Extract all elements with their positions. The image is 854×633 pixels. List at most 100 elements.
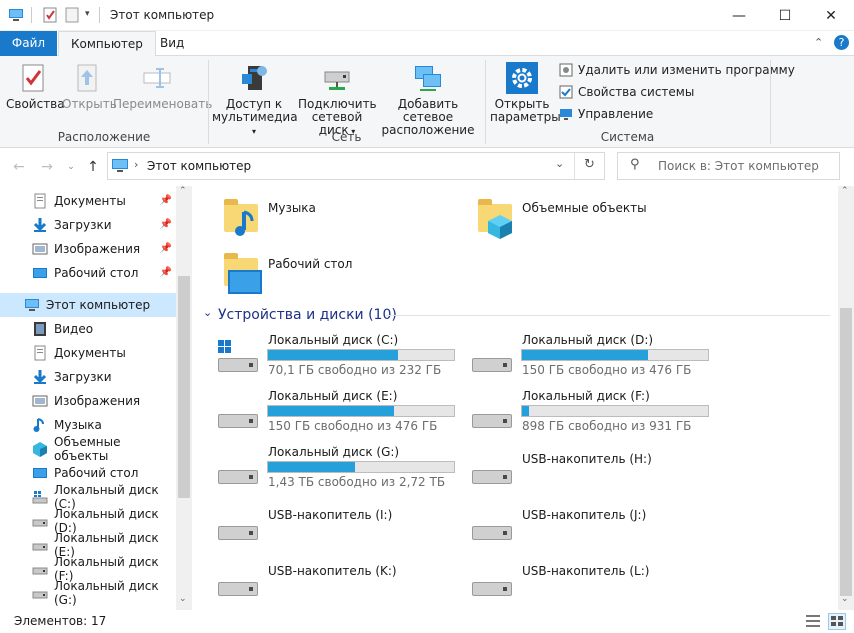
minimize-button[interactable]: — [716,0,762,31]
drive-h[interactable] [470,448,518,488]
drive-i[interactable] [216,504,264,544]
address-bar[interactable]: › Этот компьютер ⌄ ↻ [107,152,605,180]
open-button[interactable]: Открыть [62,62,117,111]
back-arrow-icon[interactable]: ← [10,158,28,176]
folder-3d-objects-label[interactable]: Объемные объекты [522,201,647,215]
nav-item-documents-quick[interactable]: Документы 📌 [0,189,176,213]
refresh-icon[interactable]: ↻ [584,157,595,172]
search-icon: ⚲ [630,157,640,172]
tab-computer[interactable]: Компьютер [58,31,156,57]
usb-drive-icon [472,470,512,484]
desktop-icon [32,465,48,481]
help-icon[interactable]: ? [834,35,849,50]
nav-item-this-pc[interactable]: Этот компьютер [0,293,176,317]
media-access-button[interactable]: Доступ к мультимедиа ▾ [212,62,298,138]
folder-music-label[interactable]: Музыка [268,201,316,215]
pin-icon[interactable]: 📌 [160,219,172,230]
add-network-location-button[interactable]: Добавить сетевое расположение [378,62,478,137]
nav-item-drive-d[interactable]: Локальный диск (D:) [0,507,176,535]
nav-item-drive-g[interactable]: Локальный диск (G:) [0,579,176,607]
new-folder-icon[interactable] [64,7,80,23]
breadcrumb-chevron-icon[interactable]: › [134,158,138,171]
properties-button[interactable]: Свойства [6,62,65,111]
nav-item-drive-e[interactable]: Локальный диск (E:) [0,531,176,559]
nav-item-drive-f[interactable]: Локальный диск (F:) [0,555,176,583]
drive-e[interactable] [216,392,264,432]
recent-locations-dropdown-icon[interactable]: ⌄ [62,158,80,176]
nav-item-3d-objects[interactable]: Объемные объекты [0,435,176,463]
pin-icon[interactable]: 📌 [160,195,172,206]
drive-d[interactable] [470,336,518,376]
nav-item-pictures-quick[interactable]: Изображения 📌 [0,237,176,261]
forward-arrow-icon[interactable]: → [38,158,56,176]
nav-item-videos[interactable]: Видео [0,317,176,341]
drive-i-name[interactable]: USB-накопитель (I:) [268,508,392,522]
system-properties-button[interactable]: Свойства системы [559,85,694,99]
drive-g-free: 1,43 ТБ свободно из 2,72 ТБ [268,475,446,489]
drive-j-name[interactable]: USB-накопитель (J:) [522,508,646,522]
maximize-button[interactable]: ☐ [762,0,808,31]
large-icons-view-icon[interactable] [828,613,846,630]
nav-item-desktop-quick[interactable]: Рабочий стол 📌 [0,261,176,285]
scroll-up-icon[interactable]: ⌃ [841,186,849,196]
close-button[interactable]: ✕ [808,0,854,31]
folder-desktop-label[interactable]: Рабочий стол [268,257,352,271]
drive-d-free: 150 ГБ свободно из 476 ГБ [522,363,692,377]
group-collapse-chevron-icon[interactable]: ⌄ [203,306,212,319]
nav-scrollbar-thumb[interactable] [178,276,190,498]
open-settings-button[interactable]: Открыть параметры [490,62,561,124]
map-network-drive-button[interactable]: Подключить сетевой диск ▾ [298,62,377,138]
tab-file[interactable]: Файл [0,31,57,56]
collapse-ribbon-icon[interactable]: ⌃ [814,36,823,49]
properties-icon[interactable] [42,7,58,23]
drive-g-name[interactable]: Локальный диск (G:) [268,445,399,459]
manage-button[interactable]: Управление [559,107,653,121]
rename-button[interactable]: Переименовать [113,62,212,111]
drive-icon [218,470,258,484]
drive-l-name[interactable]: USB-накопитель (L:) [522,564,649,578]
usb-drive-icon [472,526,512,540]
drive-f-name[interactable]: Локальный диск (F:) [522,389,650,403]
pin-icon[interactable]: 📌 [160,243,172,254]
nav-item-documents[interactable]: Документы [0,341,176,365]
folder-music[interactable] [218,194,266,242]
tab-view[interactable]: Вид [148,31,196,56]
address-dropdown-icon[interactable]: ⌄ [555,157,564,170]
drive-l[interactable] [470,560,518,600]
drive-g[interactable] [216,448,264,488]
drive-e-name[interactable]: Локальный диск (E:) [268,389,397,403]
open-icon [71,62,103,94]
nav-item-music[interactable]: Музыка [0,413,176,437]
drive-k-name[interactable]: USB-накопитель (K:) [268,564,397,578]
drive-d-name[interactable]: Локальный диск (D:) [522,333,653,347]
drive-f[interactable] [470,392,518,432]
scroll-down-icon[interactable]: ⌄ [179,594,187,604]
folder-desktop[interactable] [218,250,266,298]
nav-item-drive-c[interactable]: Локальный диск (C:) [0,483,176,511]
nav-item-pictures[interactable]: Изображения [0,389,176,413]
navigation-pane: Документы 📌 Загрузки 📌 Изображения 📌 Раб… [0,186,192,610]
up-arrow-icon[interactable]: ↑ [84,158,102,176]
pictures-icon [32,393,48,409]
nav-item-downloads-quick[interactable]: Загрузки 📌 [0,213,176,237]
uninstall-program-button[interactable]: Удалить или изменить программу [559,63,795,77]
drive-c-name[interactable]: Локальный диск (C:) [268,333,398,347]
drive-c[interactable] [216,336,264,376]
drive-icon [32,513,48,529]
quick-access-dropdown-icon[interactable]: ▾ [85,9,90,19]
nav-item-downloads[interactable]: Загрузки [0,365,176,389]
search-box[interactable]: ⚲ Поиск в: Этот компьютер [617,152,840,180]
pin-icon[interactable]: 📌 [160,267,172,278]
drive-h-name[interactable]: USB-накопитель (H:) [522,452,652,466]
details-view-icon[interactable] [806,614,820,631]
breadcrumb-this-pc[interactable]: Этот компьютер [147,159,251,173]
drive-j[interactable] [470,504,518,544]
drive-k[interactable] [216,560,264,600]
group-system-label: Система [600,130,655,144]
scroll-up-icon[interactable]: ⌃ [179,186,187,196]
content-scrollbar-thumb[interactable] [840,308,852,596]
devices-group-header[interactable]: Устройства и диски (10) [218,307,397,323]
downloads-icon [32,369,48,385]
folder-3d-objects[interactable] [472,194,520,242]
nav-item-desktop[interactable]: Рабочий стол [0,461,176,485]
